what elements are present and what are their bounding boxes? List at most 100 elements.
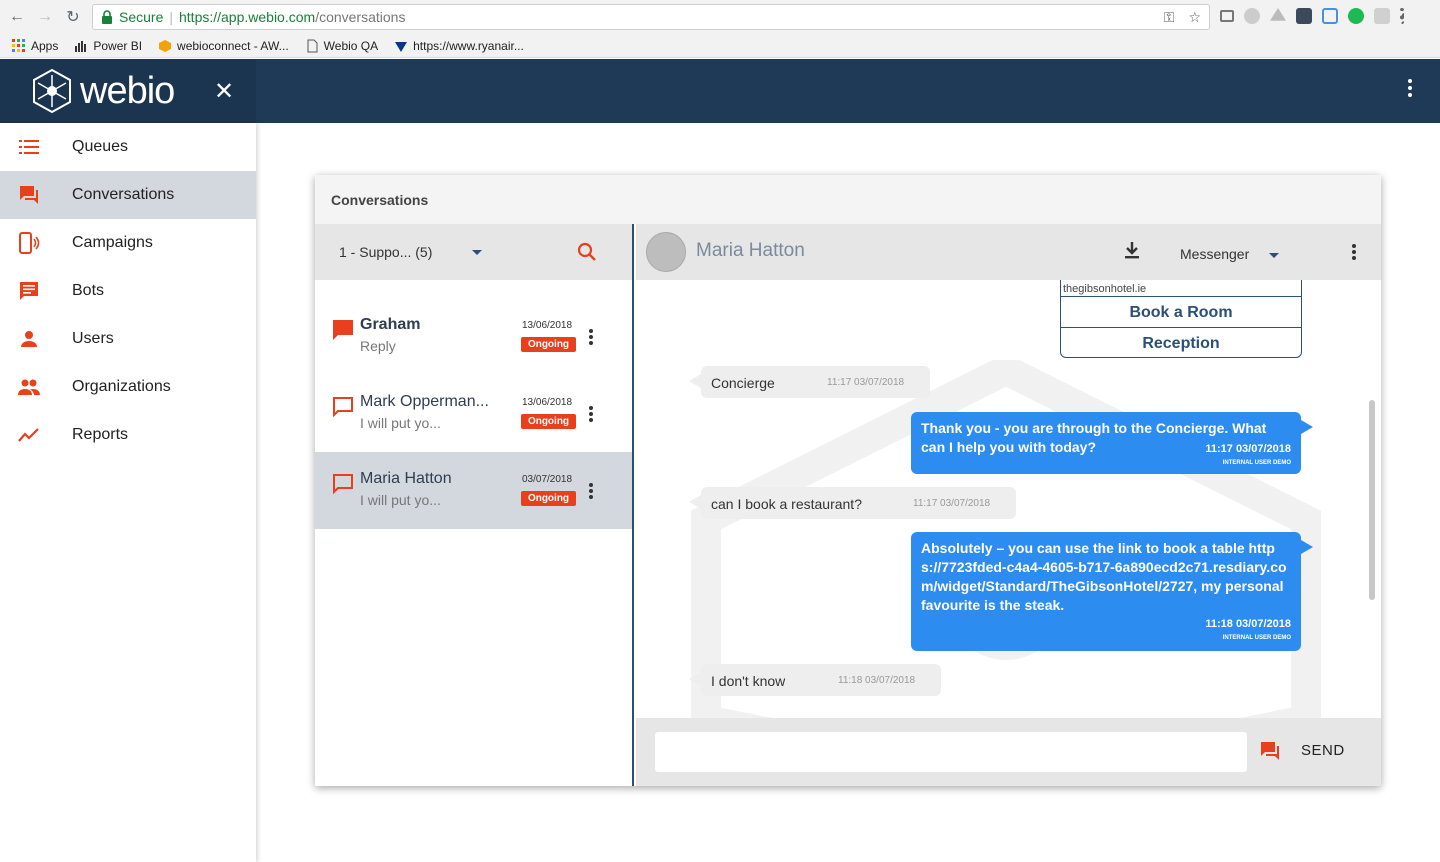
- url-path: /conversations: [315, 9, 406, 25]
- conversation-date: 13/06/2018: [522, 397, 573, 408]
- conversation-item-mark[interactable]: Mark Opperman... I will put yo... 13/06/…: [315, 375, 632, 452]
- message-text: Concierge: [711, 375, 775, 391]
- sidebar-item-users[interactable]: Users: [0, 315, 256, 363]
- extension-drive-icon[interactable]: [1270, 8, 1286, 21]
- chevron-down-icon[interactable]: [1269, 253, 1279, 258]
- conversation-menu-icon[interactable]: [589, 483, 593, 501]
- group-icon: [18, 376, 40, 398]
- bookmarks-bar: Apps Power BI webioconnect - AW... Webio…: [0, 34, 1440, 58]
- message-scrollbar[interactable]: [1369, 400, 1375, 600]
- sidebar-item-label: Bots: [72, 282, 105, 299]
- cast-icon[interactable]: [1220, 10, 1234, 22]
- close-sidebar-icon[interactable]: ✕: [214, 77, 234, 106]
- extension-dots-icon[interactable]: [1296, 8, 1312, 24]
- extension-w-icon[interactable]: [1322, 8, 1338, 24]
- bookmark-webio-qa[interactable]: Webio QA: [305, 39, 378, 53]
- logo-text: webio: [80, 69, 175, 112]
- ryanair-harp-icon: [395, 41, 408, 52]
- message-text: I don't know: [711, 673, 786, 689]
- phone-broadcast-icon: [18, 232, 40, 254]
- secure-label: Secure: [119, 9, 164, 25]
- bookmark-apps[interactable]: Apps: [12, 38, 58, 53]
- conversation-date: 03/07/2018: [522, 474, 573, 485]
- power-bi-icon: [75, 40, 87, 52]
- chat-header: Maria Hatton Messenger: [636, 224, 1381, 280]
- extension-green-icon[interactable]: [1348, 8, 1364, 24]
- address-bar[interactable]: Secure | https://app.webio.com/conversat…: [92, 4, 1210, 30]
- sidebar: Queues Conversations Campaigns Bots User…: [0, 123, 256, 862]
- channel-selector[interactable]: Messenger: [1180, 246, 1249, 262]
- sidebar-item-label: Conversations: [72, 186, 175, 203]
- sidebar-item-reports[interactable]: Reports: [0, 411, 256, 459]
- trend-icon: [18, 424, 40, 446]
- chat-outline-icon: [333, 474, 353, 495]
- download-icon[interactable]: [1122, 240, 1142, 260]
- outgoing-message: Thank you - you are through to the Conci…: [911, 412, 1313, 474]
- conversation-name: Graham: [360, 316, 421, 333]
- status-badge: Ongoing: [521, 337, 576, 352]
- send-button[interactable]: SEND: [1301, 742, 1345, 759]
- reception-button[interactable]: Reception: [1061, 327, 1301, 358]
- conversation-preview: I will put yo...: [360, 492, 441, 508]
- back-arrow-icon[interactable]: ←: [6, 6, 28, 28]
- chat-icon: [18, 184, 40, 206]
- avatar: [646, 232, 686, 272]
- conversation-preview: I will put yo...: [360, 415, 441, 431]
- sidebar-item-label: Campaigns: [72, 234, 153, 251]
- message-input[interactable]: [655, 732, 1247, 772]
- lock-icon: [102, 10, 112, 24]
- star-icon[interactable]: ☆: [1188, 9, 1201, 26]
- chat-icon[interactable]: [1259, 740, 1281, 762]
- sidebar-item-organizations[interactable]: Organizations: [0, 363, 256, 411]
- sidebar-item-bots[interactable]: Bots: [0, 267, 256, 315]
- message-time: 11:17 03/07/2018: [827, 377, 905, 388]
- message-time: 11:18 03/07/2018: [838, 675, 916, 686]
- conversation-list: 1 - Suppo... (5) Graham Reply 13/06/2018…: [315, 224, 634, 786]
- sidebar-item-label: Reports: [72, 426, 129, 443]
- extension-g-icon[interactable]: [1374, 8, 1390, 24]
- sidebar-item-label: Organizations: [72, 378, 171, 395]
- book-a-room-button[interactable]: Book a Room: [1061, 296, 1301, 327]
- header-menu-icon[interactable]: [1408, 79, 1414, 100]
- message-composer: SEND: [636, 718, 1381, 786]
- conversation-menu-icon[interactable]: [589, 406, 593, 424]
- url-host: https://app.webio.com: [179, 9, 316, 25]
- conversation-name: Mark Opperman...: [360, 393, 489, 410]
- message-time: 11:17 03/07/2018: [913, 498, 991, 509]
- conversation-item-maria[interactable]: Maria Hatton I will put yo... 03/07/2018…: [315, 452, 632, 529]
- status-badge: Ongoing: [521, 414, 576, 429]
- menu-kebab-icon[interactable]: [1400, 8, 1404, 24]
- search-icon[interactable]: [577, 242, 597, 262]
- outgoing-message: Absolutely – you can use the link to boo…: [911, 532, 1313, 651]
- bookmark-webioconnect[interactable]: webioconnect - AW...: [158, 39, 289, 53]
- message-text: can I book a restaurant?: [711, 496, 862, 512]
- reload-icon[interactable]: ↻: [62, 6, 84, 28]
- bookmark-power-bi[interactable]: Power BI: [74, 39, 142, 53]
- conversation-menu-icon[interactable]: [589, 329, 593, 347]
- extension-circle-icon[interactable]: [1244, 8, 1260, 24]
- sidebar-item-campaigns[interactable]: Campaigns: [0, 219, 256, 267]
- conversations-panel: Conversations 1 - Suppo... (5) Graham Re…: [315, 175, 1381, 786]
- chat-view: Maria Hatton Messenger thegibsonhotel.ie…: [636, 224, 1381, 786]
- bookmark-ryanair[interactable]: https://www.ryanair...: [394, 39, 524, 53]
- page-icon: [307, 39, 318, 52]
- sidebar-item-conversations[interactable]: Conversations: [0, 171, 256, 219]
- queue-selector[interactable]: 1 - Suppo... (5): [315, 224, 632, 280]
- sidebar-item-label: Queues: [72, 138, 129, 155]
- chat-menu-icon[interactable]: [1352, 244, 1356, 262]
- key-icon[interactable]: ⚿: [1164, 9, 1175, 26]
- card-domain: thegibsonhotel.ie: [1063, 283, 1147, 295]
- bot-icon: [18, 280, 40, 302]
- chevron-down-icon[interactable]: [472, 250, 482, 255]
- chat-outline-icon: [333, 397, 353, 418]
- chat-filled-icon: [333, 320, 353, 340]
- status-badge: Ongoing: [521, 491, 576, 506]
- forward-arrow-icon[interactable]: →: [34, 6, 56, 28]
- conversation-item-graham[interactable]: Graham Reply 13/06/2018 Ongoing: [315, 298, 632, 375]
- sidebar-item-label: Users: [72, 330, 114, 347]
- sidebar-item-queues[interactable]: Queues: [0, 123, 256, 171]
- aws-cube-icon: [159, 39, 172, 52]
- conversation-preview: Reply: [360, 338, 396, 354]
- conversation-name: Maria Hatton: [360, 470, 452, 487]
- message-thread: thegibsonhotel.ie Book a Room Reception …: [636, 280, 1381, 718]
